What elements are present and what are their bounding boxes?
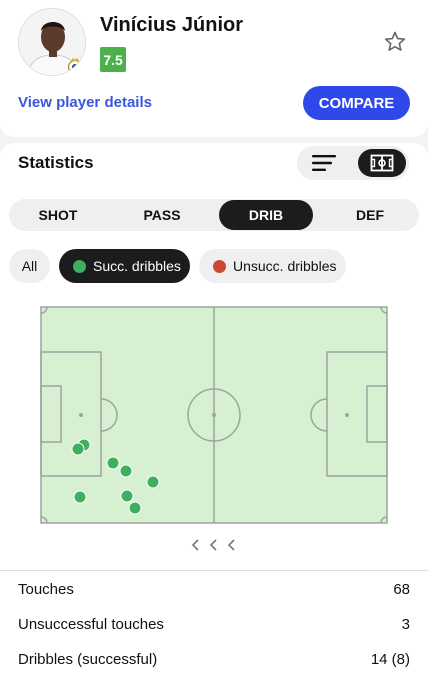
pitch-view-icon [370,154,394,172]
stat-value: 3 [401,616,410,633]
dribble-marker [146,475,160,489]
statistics-section: Statistics SHOT PASS DRIB DEF All Succ. … [0,143,428,680]
stat-category-tabs: SHOT PASS DRIB DEF [9,199,419,231]
dribble-marker [106,456,120,470]
stat-row-dribbles: Dribbles (successful) 14 (8) [18,651,410,668]
player-name: Vinícius Júnior [100,14,243,36]
dribble-pitch-map [40,306,388,524]
dribble-marker [73,490,87,504]
filter-successful-dribbles[interactable]: Succ. dribbles [59,249,190,283]
player-rating-badge: 7.5 [100,47,126,72]
stat-label: Unsuccessful touches [18,616,164,633]
player-avatar [18,8,86,76]
view-toggle [297,146,409,180]
filter-all-label: All [21,258,38,274]
stat-row-touches: Touches 68 [18,581,410,598]
filter-successful-label: Succ. dribbles [93,258,181,274]
filter-unsuccessful-dribbles[interactable]: Unsucc. dribbles [199,249,346,283]
fail-dot-icon [213,259,226,273]
success-dot-icon [73,259,86,273]
list-view-icon[interactable] [311,153,337,173]
filter-unsuccessful-label: Unsucc. dribbles [233,258,337,274]
statistics-title: Statistics [18,153,94,172]
filter-all[interactable]: All [9,249,50,283]
club-crest-icon [67,58,83,75]
stat-value: 68 [393,581,410,598]
tab-def[interactable]: DEF [323,200,417,230]
pitch-view-button[interactable] [358,149,406,177]
chevron-left-icon[interactable] [190,537,240,553]
stat-value: 14 (8) [370,651,410,668]
favorite-star-icon[interactable] [383,30,407,54]
dribble-marker [119,464,133,478]
stat-label: Touches [18,581,74,598]
dribble-marker [120,489,134,503]
stat-label: Dribbles (successful) [18,651,158,668]
dribble-marker [128,501,142,515]
stat-row-unsuccessful-touches: Unsuccessful touches 3 [18,616,410,633]
tab-drib[interactable]: DRIB [219,200,313,230]
tab-shot[interactable]: SHOT [11,200,105,230]
compare-button[interactable]: COMPARE [303,86,410,120]
dribble-marker [71,442,85,456]
player-header-card: Vinícius Júnior 7.5 View player details … [0,0,428,137]
divider [0,570,428,571]
tab-pass[interactable]: PASS [115,200,209,230]
view-player-details-link[interactable]: View player details [18,94,152,111]
